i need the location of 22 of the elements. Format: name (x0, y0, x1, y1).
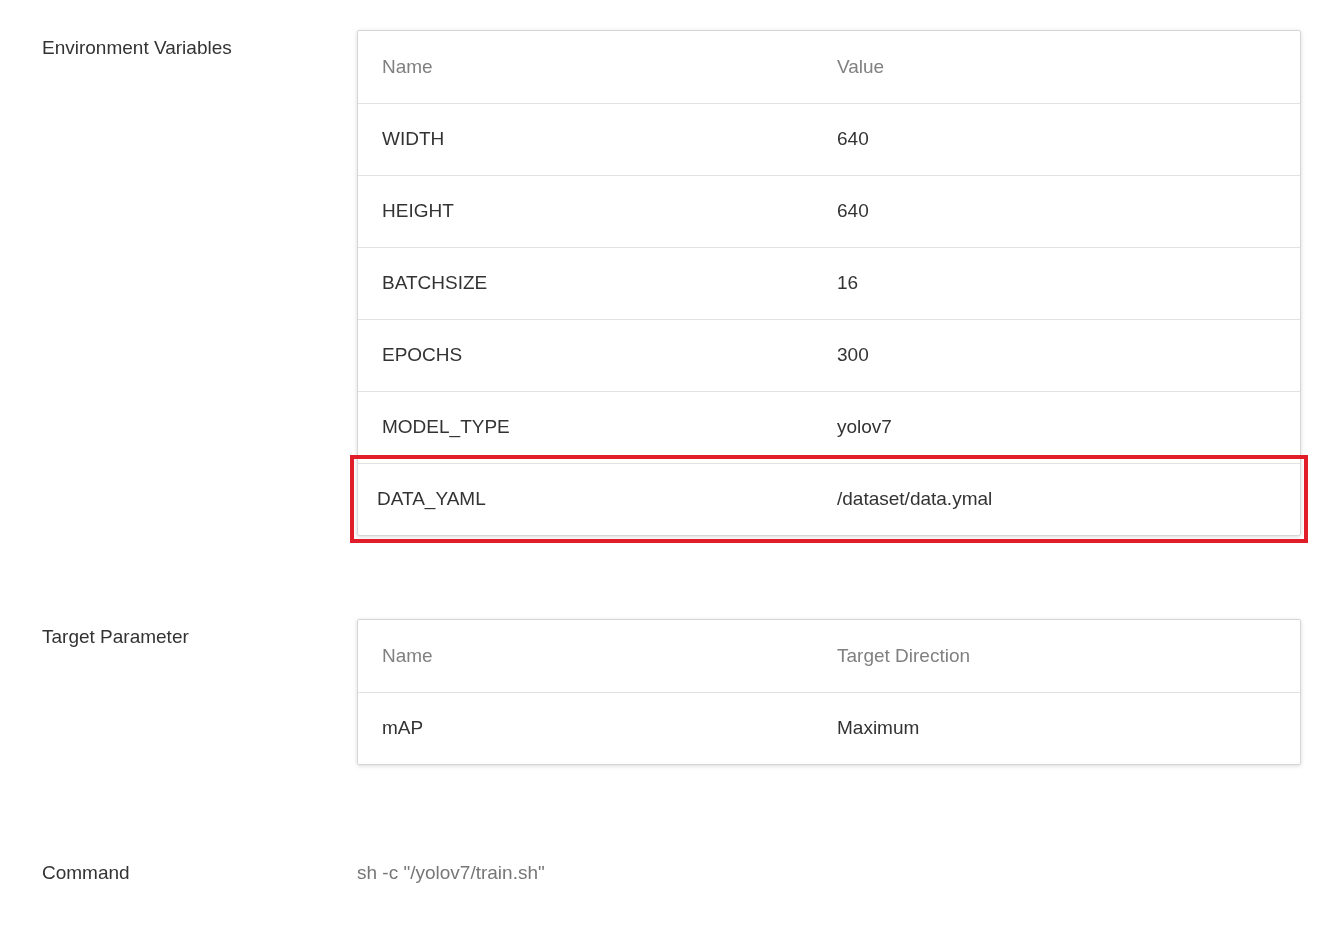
column-header: Value (837, 54, 885, 79)
table-cell-text: HEIGHT (382, 199, 455, 224)
table-cell-text: WIDTH (382, 127, 446, 152)
section-label: Command (42, 861, 131, 885)
table-cell-text: /dataset/data.ymal (837, 487, 993, 512)
table-cell-text: EPOCHS (382, 343, 464, 368)
table-cell-text: 640 (837, 127, 869, 152)
command-value: sh -c "/yolov7/train.sh" (357, 861, 545, 885)
section-label: Target Parameter (42, 625, 190, 649)
table-cell-text: Maximum (837, 716, 920, 741)
table-cell-text: MODEL_TYPE (382, 415, 511, 440)
column-header: Target Direction (837, 643, 971, 668)
table-cell-text: 16 (837, 271, 859, 296)
table-cell-text: yolov7 (837, 415, 892, 440)
table-cell-text: BATCHSIZE (382, 271, 489, 296)
column-header: Name (382, 643, 434, 668)
table-cell-text: DATA_YAML (377, 487, 487, 512)
section-label: Environment Variables (42, 36, 233, 60)
table-cell-text: mAP (382, 716, 425, 741)
table-cell-text: 300 (837, 343, 869, 368)
column-header: Name (382, 54, 434, 79)
table-cell-text: 640 (837, 199, 869, 224)
